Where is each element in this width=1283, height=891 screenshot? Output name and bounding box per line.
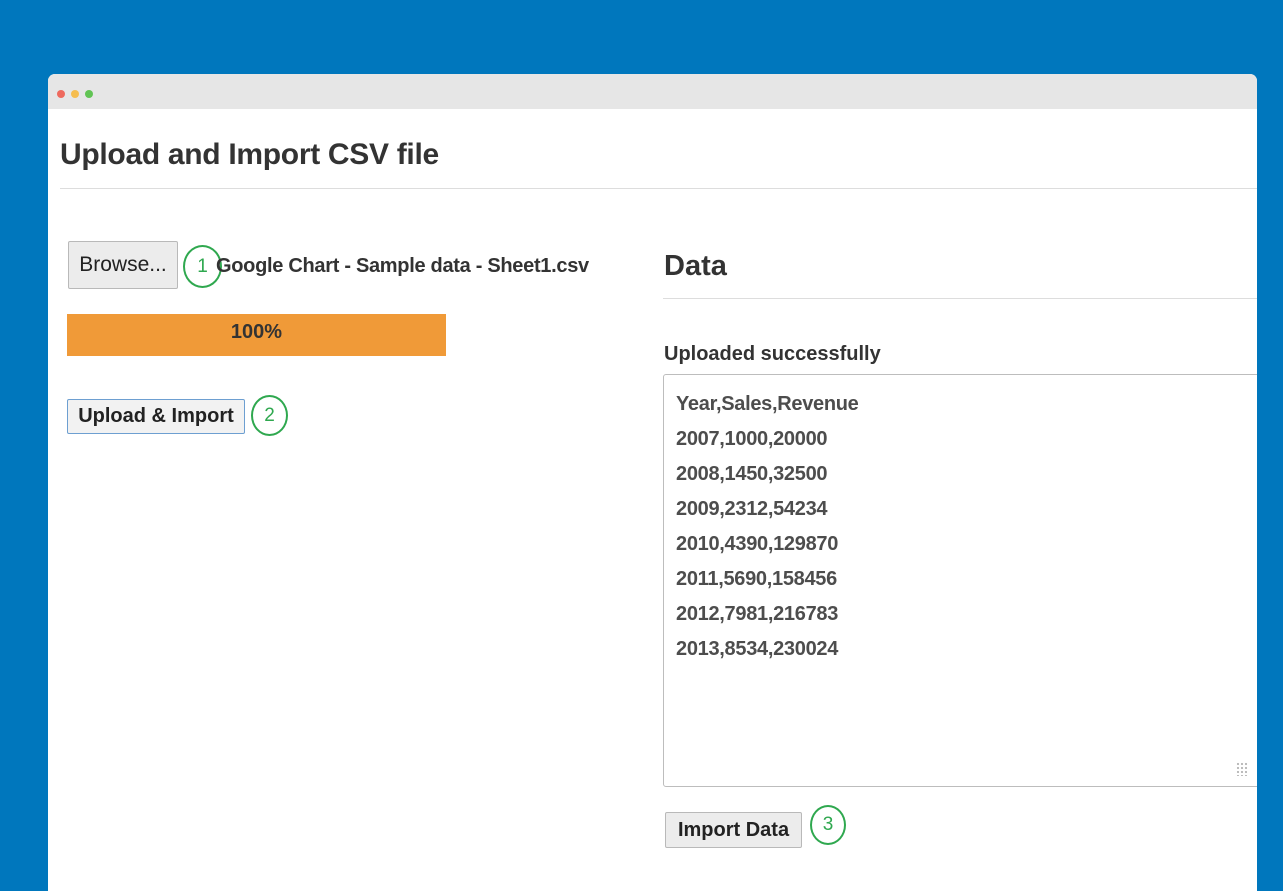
data-divider: [663, 298, 1257, 299]
csv-line: 2008,1450,32500: [676, 463, 828, 485]
csv-line: 2011,5690,158456: [676, 568, 837, 590]
csv-line: 2007,1000,20000: [676, 428, 828, 450]
title-divider: [60, 188, 1257, 189]
upload-progress-label: 100%: [230, 321, 283, 343]
csv-line: 2012,7981,216783: [676, 603, 839, 625]
page-title: Upload and Import CSV file: [60, 138, 439, 171]
maximize-window-icon[interactable]: [85, 90, 93, 98]
upload-status-text: Uploaded successfully: [664, 343, 881, 365]
browse-button[interactable]: Browse...: [68, 241, 178, 289]
selected-file-name: Google Chart - Sample data - Sheet1.csv: [216, 255, 589, 277]
resize-grip-icon[interactable]: [1236, 762, 1248, 776]
data-heading: Data: [664, 250, 727, 282]
upload-import-button[interactable]: Upload & Import: [67, 399, 245, 434]
close-window-icon[interactable]: [57, 90, 65, 98]
import-data-button[interactable]: Import Data: [665, 812, 802, 848]
csv-line: 2013,8534,230024: [676, 638, 839, 660]
window-titlebar: [48, 74, 1257, 109]
csv-line: Year,Sales,Revenue: [676, 393, 859, 415]
csv-line: 2010,4390,129870: [676, 533, 839, 555]
csv-line: 2009,2312,54234: [676, 498, 828, 520]
step-2-marker: 2: [251, 395, 288, 436]
csv-data-textarea[interactable]: Year,Sales,Revenue 2007,1000,20000 2008,…: [663, 374, 1257, 787]
browser-window: Upload and Import CSV file Browse... 1 G…: [48, 74, 1257, 891]
minimize-window-icon[interactable]: [71, 90, 79, 98]
upload-progress-bar: 100%: [67, 314, 446, 356]
step-3-marker: 3: [810, 805, 846, 845]
